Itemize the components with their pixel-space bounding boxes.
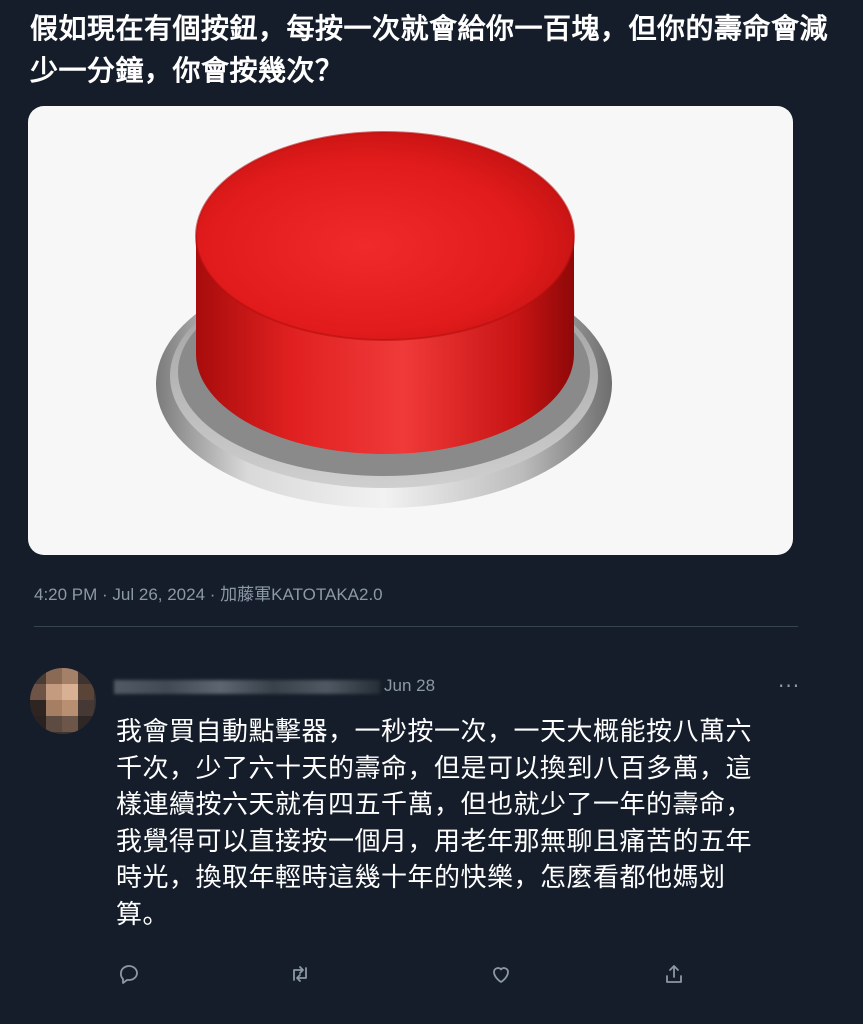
reply-actions (0, 958, 863, 998)
divider (34, 626, 798, 627)
reply-username-blurred[interactable] (114, 680, 380, 694)
share-icon (666, 965, 682, 983)
like-icon (493, 967, 509, 983)
tweet-timestamp-source: 4:20 PM · Jul 26, 2024 · 加藤軍KATOTAKA2.0 (34, 585, 383, 604)
tweet-text: 假如現在有個按鈕，每按一次就會給你一百塊，但你的壽命會減少一分鐘，你會按幾次？ (30, 12, 829, 87)
like-button[interactable] (485, 958, 517, 990)
retweet-icon (293, 966, 307, 982)
retweet-button[interactable] (284, 958, 316, 990)
reply-date: Jun 28 (384, 676, 436, 695)
more-options-icon[interactable]: ··· (778, 674, 800, 698)
reply-button[interactable] (113, 958, 145, 990)
reply-text: 我會買自動點擊器，一秒按一次，一天大概能按八萬六千次，少了六十天的壽命，但是可以… (116, 717, 753, 930)
red-button-illustration (156, 131, 612, 508)
share-button[interactable] (658, 958, 690, 990)
avatar[interactable] (30, 668, 96, 734)
reply-icon (120, 965, 138, 984)
tweet-image[interactable] (28, 106, 793, 555)
